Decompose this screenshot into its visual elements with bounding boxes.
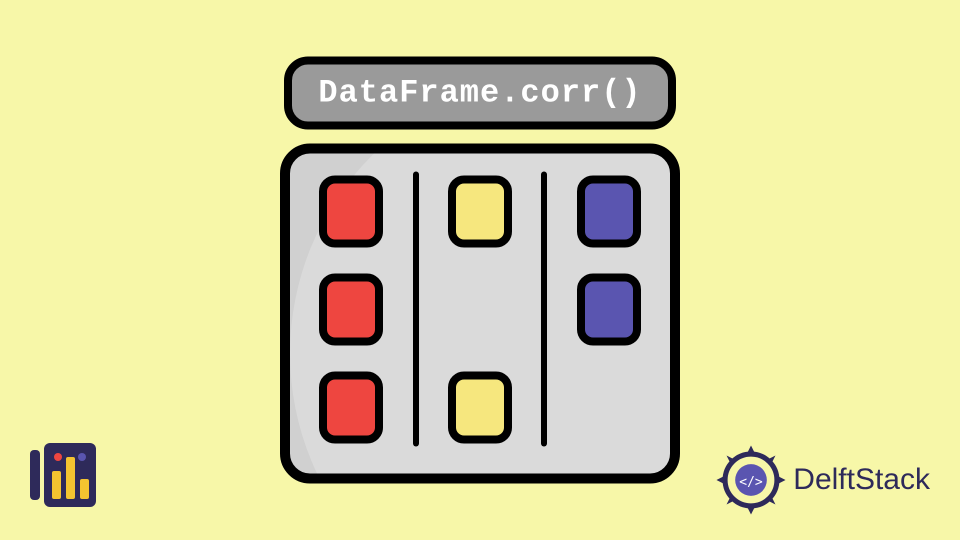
svg-text:</>: </> (740, 475, 764, 490)
brand-name: DelftStack (793, 463, 930, 497)
cell-red (319, 372, 383, 444)
chart-icon (30, 440, 100, 510)
cell-yellow (448, 176, 512, 248)
column-1 (290, 154, 413, 474)
bar-icon (80, 479, 89, 499)
blue-dot-icon (78, 453, 86, 461)
bar-icon (52, 471, 61, 499)
bars-icon (44, 443, 96, 507)
cell-yellow (448, 372, 512, 444)
dataframe-illustration: DataFrame.corr() (280, 57, 680, 484)
gear-icon: </> (715, 444, 787, 516)
cell-red (319, 274, 383, 346)
column-2 (419, 154, 542, 474)
column-3 (547, 154, 670, 474)
cell-blue (577, 274, 641, 346)
cell-red (319, 176, 383, 248)
red-dot-icon (54, 453, 62, 461)
method-title: DataFrame.corr() (284, 57, 675, 130)
brand-logo: </> DelftStack (715, 444, 930, 516)
cell-blue (577, 176, 641, 248)
accent-bar (30, 450, 40, 500)
dataframe-grid (280, 144, 680, 484)
bar-icon (66, 457, 75, 499)
